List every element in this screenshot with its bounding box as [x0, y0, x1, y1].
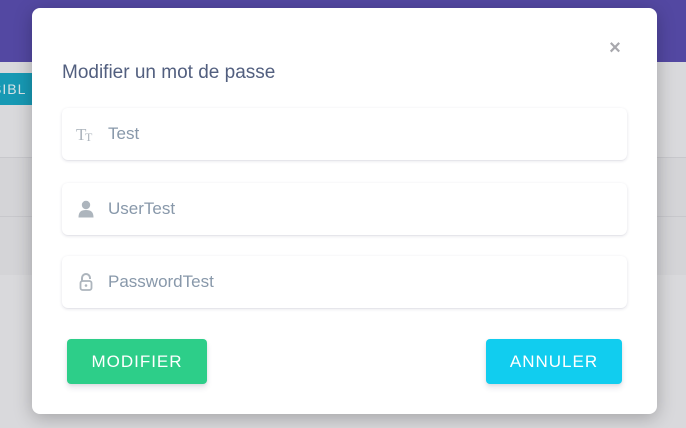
username-field[interactable] — [62, 183, 627, 235]
name-field[interactable]: T T — [62, 108, 627, 160]
unlock-icon — [76, 272, 96, 292]
password-field[interactable] — [62, 256, 627, 308]
svg-text:T: T — [85, 130, 93, 143]
page: SIBL Modifier un mot de passe × T T — [0, 0, 686, 428]
annuler-button[interactable]: ANNULER — [486, 339, 622, 384]
username-input[interactable] — [108, 183, 608, 235]
close-button[interactable]: × — [606, 38, 624, 58]
text-height-icon: T T — [76, 124, 96, 144]
password-input[interactable] — [108, 256, 608, 308]
name-input[interactable] — [108, 108, 608, 160]
user-icon — [76, 199, 96, 219]
modifier-button[interactable]: MODIFIER — [67, 339, 207, 384]
modal-title: Modifier un mot de passe — [62, 62, 276, 83]
edit-password-modal: Modifier un mot de passe × T T Test User… — [32, 8, 657, 414]
